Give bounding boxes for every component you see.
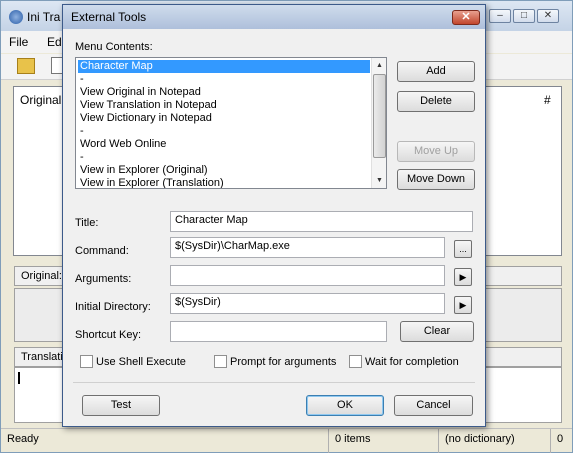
use-shell-execute-label[interactable]: Use Shell Execute	[96, 356, 186, 368]
dialog-close-icon[interactable]: ✕	[452, 10, 480, 25]
arguments-field[interactable]	[170, 265, 445, 286]
app-icon	[9, 10, 23, 24]
initial-directory-field[interactable]: $(SysDir)	[170, 293, 445, 314]
initial-directory-menu-arrow-icon[interactable]: ▶	[454, 296, 472, 314]
maximize-icon[interactable]: □	[513, 9, 535, 23]
scroll-down-icon[interactable]: ▼	[373, 174, 386, 187]
column-header-number[interactable]: #	[544, 93, 551, 107]
open-folder-icon[interactable]	[17, 58, 35, 74]
title-label: Title:	[75, 217, 99, 229]
move-down-button[interactable]: Move Down	[397, 169, 475, 190]
main-window-title: Ini Tra	[27, 10, 61, 24]
initial-directory-label: Initial Directory:	[75, 301, 151, 313]
add-button[interactable]: Add	[397, 61, 475, 82]
delete-button[interactable]: Delete	[397, 91, 475, 112]
menu-list-item[interactable]: View Dictionary in Notepad	[78, 112, 370, 125]
list-scrollbar[interactable]: ▲ ▼	[371, 58, 386, 188]
shortcut-key-field[interactable]	[170, 321, 387, 342]
test-button[interactable]: Test	[82, 395, 160, 416]
use-shell-execute-checkbox[interactable]	[80, 355, 93, 368]
menu-list-item[interactable]: -	[78, 73, 370, 86]
arguments-label: Arguments:	[75, 273, 132, 285]
move-up-button[interactable]: Move Up	[397, 141, 475, 162]
minimize-icon[interactable]: –	[489, 9, 511, 23]
statusbar: Ready 0 items (no dictionary) 0	[1, 428, 572, 453]
status-ready: Ready	[7, 433, 39, 445]
menu-list-item[interactable]: Character Map	[78, 60, 370, 73]
cancel-button[interactable]: Cancel	[394, 395, 473, 416]
prompt-for-arguments-label[interactable]: Prompt for arguments	[230, 356, 336, 368]
dialog-title: External Tools	[71, 10, 147, 24]
menu-list-item[interactable]: View Translation in Notepad	[78, 99, 370, 112]
menu-list-item[interactable]: -	[78, 151, 370, 164]
scroll-thumb[interactable]	[373, 74, 386, 158]
column-header-original[interactable]: Original	[20, 93, 61, 107]
menu-file[interactable]: File	[9, 35, 28, 49]
text-caret	[18, 372, 20, 384]
shortcut-key-label: Shortcut Key:	[75, 329, 142, 341]
menu-list-item[interactable]: View in Explorer (Translation)	[78, 177, 370, 188]
menu-list-item[interactable]: -	[78, 125, 370, 138]
external-tools-dialog: External Tools ✕ Menu Contents: Characte…	[62, 4, 486, 427]
command-field[interactable]: $(SysDir)\CharMap.exe	[170, 237, 445, 258]
menu-contents-label: Menu Contents:	[75, 41, 153, 53]
clear-button[interactable]: Clear	[400, 321, 474, 342]
dialog-separator	[73, 382, 475, 383]
status-dictionary: (no dictionary)	[438, 429, 548, 453]
wait-for-completion-label[interactable]: Wait for completion	[365, 356, 459, 368]
close-icon[interactable]: ✕	[537, 9, 559, 23]
menu-list-item[interactable]: View in Explorer (Original)	[78, 164, 370, 177]
scroll-up-icon[interactable]: ▲	[373, 59, 386, 72]
menu-list-item[interactable]: Word Web Online	[78, 138, 370, 151]
command-label: Command:	[75, 245, 129, 257]
prompt-for-arguments-checkbox[interactable]	[214, 355, 227, 368]
status-extra: 0	[550, 429, 572, 453]
browse-command-button[interactable]: ...	[454, 240, 472, 258]
menu-edit[interactable]: Ed	[47, 35, 62, 49]
title-field[interactable]: Character Map	[170, 211, 473, 232]
dialog-titlebar: External Tools ✕	[63, 5, 485, 29]
ok-button[interactable]: OK	[306, 395, 384, 416]
arguments-menu-arrow-icon[interactable]: ▶	[454, 268, 472, 286]
wait-for-completion-checkbox[interactable]	[349, 355, 362, 368]
menu-contents-list[interactable]: Character Map - View Original in Notepad Vi…	[75, 57, 387, 189]
status-item-count: 0 items	[328, 429, 436, 453]
menu-list-item[interactable]: View Original in Notepad	[78, 86, 370, 99]
